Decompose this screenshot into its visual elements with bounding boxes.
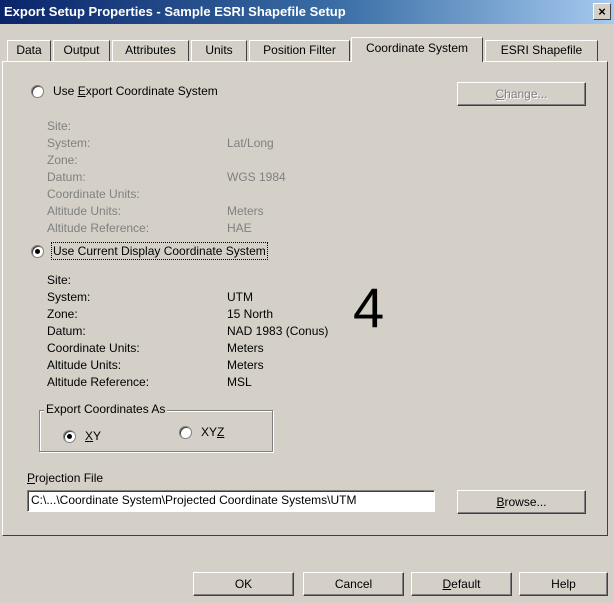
export-datum-value: WGS 1984 <box>227 170 286 184</box>
display-datum-label: Datum: <box>47 324 86 338</box>
export-alt-units-value: Meters <box>227 204 264 218</box>
export-system-value: Lat/Long <box>227 136 274 150</box>
display-alt-ref-label: Altitude Reference: <box>47 375 150 389</box>
title-bar: Export Setup Properties - Sample ESRI Sh… <box>0 0 614 24</box>
display-alt-units-label: Altitude Units: <box>47 358 122 372</box>
tab-coordinate-system[interactable]: Coordinate System <box>351 37 483 62</box>
export-coord-units-label: Coordinate Units: <box>47 187 140 201</box>
projection-file-field[interactable]: C:\...\Coordinate System\Projected Coord… <box>27 490 435 512</box>
dialog-body: Data Output Attributes Units Position Fi… <box>0 24 614 603</box>
export-cs-radio-label[interactable]: Use Export Coordinate System <box>53 84 218 98</box>
xy-radio-label[interactable]: XY <box>85 429 101 443</box>
tab-attributes[interactable]: Attributes <box>112 40 189 61</box>
coordinate-system-panel: Use Export Coordinate System Change... S… <box>2 61 608 536</box>
radio-selected-dot <box>67 434 72 439</box>
annotation-number: 4 <box>353 276 385 339</box>
display-alt-ref-value: MSL <box>227 375 252 389</box>
projection-file-label: Projection File <box>27 471 104 485</box>
default-button[interactable]: Default <box>411 572 512 596</box>
export-zone-label: Zone: <box>47 153 78 167</box>
export-site-label: Site: <box>47 119 72 133</box>
export-system-label: System: <box>47 136 91 150</box>
display-system-label: System: <box>47 290 91 304</box>
cancel-button[interactable]: Cancel <box>303 572 404 596</box>
display-site-label: Site: <box>47 273 72 287</box>
display-cs-radio-label[interactable]: Use Current Display Coordinate System <box>51 242 268 260</box>
display-cs-radio[interactable] <box>31 245 44 258</box>
export-coordinates-title: Export Coordinates As <box>44 402 168 416</box>
xy-radio[interactable] <box>63 430 76 443</box>
export-datum-label: Datum: <box>47 170 86 184</box>
export-alt-ref-value: HAE <box>227 221 252 235</box>
display-zone-label: Zone: <box>47 307 78 321</box>
tab-position-filter[interactable]: Position Filter <box>249 40 350 61</box>
help-button[interactable]: Help <box>519 572 608 596</box>
tab-output[interactable]: Output <box>53 40 110 61</box>
tab-units[interactable]: Units <box>191 40 247 61</box>
export-cs-radio[interactable] <box>31 85 44 98</box>
display-alt-units-value: Meters <box>227 358 264 372</box>
display-coord-units-label: Coordinate Units: <box>47 341 140 355</box>
xyz-radio-label[interactable]: XYZ <box>201 425 224 439</box>
export-alt-ref-label: Altitude Reference: <box>47 221 150 235</box>
export-alt-units-label: Altitude Units: <box>47 204 122 218</box>
display-zone-value: 15 North <box>227 307 274 321</box>
tab-strip: Data Output Attributes Units Position Fi… <box>0 37 614 62</box>
display-datum-value: NAD 1983 (Conus) <box>227 324 329 338</box>
window-title: Export Setup Properties - Sample ESRI Sh… <box>4 4 346 19</box>
display-system-value: UTM <box>227 290 253 304</box>
ok-button[interactable]: OK <box>193 572 294 596</box>
xyz-radio[interactable] <box>179 426 192 439</box>
change-button: Change... <box>457 82 586 106</box>
tab-esri-shapefile[interactable]: ESRI Shapefile <box>485 40 598 61</box>
radio-selected-dot <box>35 249 40 254</box>
tab-data[interactable]: Data <box>7 40 51 61</box>
browse-button[interactable]: Browse... <box>457 490 586 514</box>
display-coord-units-value: Meters <box>227 341 264 355</box>
close-button[interactable]: × <box>593 3 611 20</box>
